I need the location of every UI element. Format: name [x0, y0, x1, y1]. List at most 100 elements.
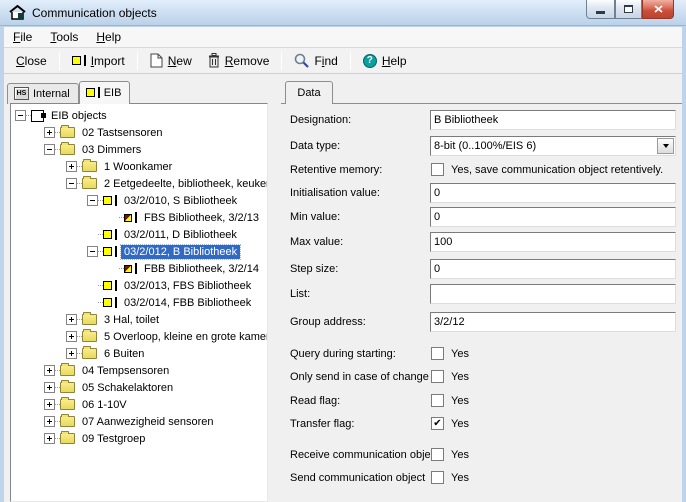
retentive-memory-checkbox[interactable] — [431, 163, 444, 176]
transfer-flag-checkbox[interactable]: ✔ — [431, 417, 444, 430]
tree-item[interactable]: 04 Tempsensoren — [11, 362, 267, 379]
tree-item[interactable]: FBB Bibliotheek, 3/2/14 — [11, 260, 267, 277]
folder-icon — [60, 433, 75, 444]
max-value-input[interactable]: 100 — [430, 232, 676, 252]
tree-expander-plus-icon[interactable] — [44, 382, 55, 393]
menu-file[interactable]: File — [4, 28, 41, 46]
min-value-label: Min value: — [290, 211, 430, 223]
tree-item[interactable]: 3 Hal, toilet — [11, 311, 267, 328]
tree-item-label: 03/2/014, FBB Bibliotheek — [121, 296, 254, 310]
tree-item[interactable]: 05 Schakelaktoren — [11, 379, 267, 396]
tree-item[interactable]: 1 Woonkamer — [11, 158, 267, 175]
step-size-input[interactable]: 0 — [430, 259, 676, 279]
tree-item-label: 2 Eetgedeelte, bibliotheek, keuken — [101, 177, 268, 191]
only-send-on-change-label: Only send in case of change — [290, 371, 430, 383]
tree-expander-plus-icon[interactable] — [44, 416, 55, 427]
tree-expander-plus-icon[interactable] — [44, 433, 55, 444]
tab-data[interactable]: Data — [285, 81, 333, 104]
data-type-dropdown-button[interactable] — [657, 138, 674, 154]
initialisation-value-label: Initialisation value: — [290, 187, 430, 199]
tab-internal[interactable]: HS Internal — [7, 83, 79, 104]
initialisation-value-input[interactable]: 0 — [430, 183, 676, 203]
tree-expander-minus-icon[interactable] — [87, 246, 98, 257]
tree-expander-plus-icon[interactable] — [44, 127, 55, 138]
step-size-value: 0 — [434, 263, 440, 275]
only-send-on-change-checkbox[interactable] — [431, 370, 444, 383]
tree-item-label: FBS Bibliotheek, 3/2/13 — [141, 211, 262, 225]
find-button-label: Find — [314, 54, 337, 68]
designation-input[interactable]: B Bibliotheek — [430, 110, 676, 130]
tree-expander-minus-icon[interactable] — [87, 195, 98, 206]
import-button[interactable]: Import — [64, 51, 133, 71]
find-button[interactable]: Find — [286, 50, 345, 71]
remove-button[interactable]: Remove — [200, 50, 278, 71]
menu-bar: File Tools Help — [4, 27, 682, 48]
retentive-memory-checkbox-label: Yes, save communication object retentive… — [451, 164, 663, 176]
query-during-starting-checkbox-label: Yes — [451, 348, 469, 360]
group-address-row: Group address:3/2/12 — [285, 312, 678, 334]
minimize-button[interactable] — [586, 0, 615, 19]
tree-expander-minus-icon[interactable] — [44, 144, 55, 155]
tree-item[interactable]: 03 Dimmers — [11, 141, 267, 158]
tree-item[interactable]: 07 Aanwezigheid sensoren — [11, 413, 267, 430]
tree-expander-plus-icon[interactable] — [66, 331, 77, 342]
root-glyph — [31, 110, 44, 122]
tree-expander-minus-icon[interactable] — [66, 178, 77, 189]
folder-icon — [60, 382, 75, 393]
transfer-flag-row: Transfer flag:✔Yes — [285, 414, 678, 436]
chevron-down-icon — [663, 144, 669, 148]
menu-help[interactable]: Help — [87, 28, 130, 46]
toolbar-separator — [350, 52, 351, 70]
menu-tools[interactable]: Tools — [41, 28, 87, 46]
help-button[interactable]: ?Help — [355, 51, 415, 71]
transfer-flag-checkbox-label: Yes — [451, 418, 469, 430]
tree-item[interactable]: 5 Overloop, kleine en grote kamer, bad — [11, 328, 267, 345]
tree-item[interactable]: 03/2/013, FBS Bibliotheek — [11, 277, 267, 294]
maximize-button[interactable] — [615, 0, 642, 19]
close-button[interactable]: Close — [8, 51, 55, 71]
tree-item[interactable]: 06 1-10V — [11, 396, 267, 413]
tree-item[interactable]: 03/2/012, B Bibliotheek — [11, 243, 267, 260]
commobj-icon — [103, 195, 117, 206]
tree-item[interactable]: 6 Buiten — [11, 345, 267, 362]
subobj-icon — [124, 263, 137, 274]
folder-glyph — [82, 161, 97, 172]
data-type-value: 8-bit (0..100%/EIS 6) — [434, 140, 536, 152]
data-type-input[interactable]: 8-bit (0..100%/EIS 6) — [430, 136, 676, 156]
tree-item[interactable]: EIB objects — [11, 107, 267, 124]
folder-icon — [82, 348, 97, 359]
folder-icon — [60, 144, 75, 155]
group-address-input[interactable]: 3/2/12 — [430, 312, 676, 332]
tree-item[interactable]: 03/2/010, S Bibliotheek — [11, 192, 267, 209]
tree-item[interactable]: FBS Bibliotheek, 3/2/13 — [11, 209, 267, 226]
tree-item[interactable]: 02 Tastsensoren — [11, 124, 267, 141]
tree-expander-plus-icon[interactable] — [44, 365, 55, 376]
tree-item[interactable]: 03/2/011, D Bibliotheek — [11, 226, 267, 243]
tab-eib[interactable]: EIB — [79, 81, 131, 104]
min-value-input[interactable]: 0 — [430, 207, 676, 227]
read-flag-checkbox[interactable] — [431, 394, 444, 407]
tree-item[interactable]: 03/2/014, FBB Bibliotheek — [11, 294, 267, 311]
tree-item[interactable]: 2 Eetgedeelte, bibliotheek, keuken — [11, 175, 267, 192]
close-icon — [654, 5, 663, 13]
tree-item-label: 03/2/011, D Bibliotheek — [121, 228, 240, 242]
query-during-starting-checkbox[interactable] — [431, 347, 444, 360]
tree-expander-plus-icon[interactable] — [66, 348, 77, 359]
new-button[interactable]: New — [142, 50, 200, 71]
find-magnifier-icon — [294, 53, 309, 68]
list-input[interactable] — [430, 284, 676, 304]
send-comm-object-checkbox[interactable] — [431, 471, 444, 484]
trash-icon — [208, 53, 220, 68]
receive-comm-object-checkbox[interactable] — [431, 448, 444, 461]
tree-expander-minus-icon[interactable] — [15, 110, 26, 121]
folder-glyph — [60, 416, 75, 427]
close-window-button[interactable] — [642, 0, 674, 19]
tree-item-label: 06 1-10V — [79, 398, 130, 412]
data-type-label: Data type: — [290, 140, 430, 152]
tree-expander-plus-icon[interactable] — [44, 399, 55, 410]
tree-expander-plus-icon[interactable] — [66, 161, 77, 172]
tree-expander-plus-icon[interactable] — [66, 314, 77, 325]
minimize-icon — [596, 11, 605, 14]
tree-item[interactable]: 09 Testgroep — [11, 430, 267, 447]
only-send-on-change-checkbox-label: Yes — [451, 371, 469, 383]
